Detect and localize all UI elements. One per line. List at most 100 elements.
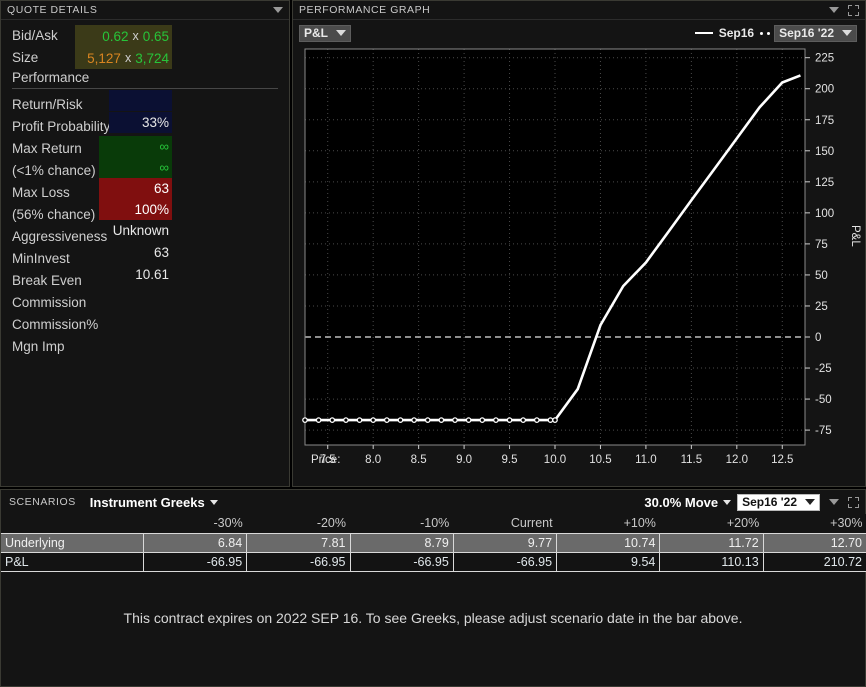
- mininvest-value: 63: [153, 245, 169, 260]
- greeks-select[interactable]: Instrument Greeks: [90, 495, 218, 510]
- underlying-current: 9.77: [452, 532, 558, 553]
- scenarios-table: -30% -20% -10% Current +10% +20% +30% Un…: [1, 514, 866, 572]
- max-return-label: Max Return: [12, 140, 82, 156]
- svg-text:Price:: Price:: [311, 454, 340, 466]
- svg-text:12.0: 12.0: [726, 454, 748, 466]
- col-header-blank: [1, 514, 144, 533]
- profit-probability-value: 33%: [109, 112, 172, 133]
- col-header-plus30: +30%: [763, 514, 866, 533]
- performance-divider: [12, 88, 278, 89]
- trading-platform-window: QUOTE DETAILS Bid/Ask Size 0.62 x 0.65 5…: [0, 0, 866, 687]
- scenarios-header: SCENARIOS Instrument Greeks 30.0% Move S…: [1, 490, 865, 514]
- size-separator: x: [124, 51, 132, 65]
- aggressiveness-value: Unknown: [112, 223, 169, 238]
- max-return-chance-value: ∞: [99, 157, 172, 178]
- ask-size-value: 3,724: [135, 50, 169, 66]
- chevron-down-icon: [209, 499, 218, 505]
- margin-impact-label: Mgn Imp: [12, 338, 65, 354]
- svg-text:-50: -50: [815, 394, 832, 406]
- quote-details-titlebar: QUOTE DETAILS: [1, 1, 289, 20]
- performance-graph-titlebar: PERFORMANCE GRAPH: [293, 1, 865, 20]
- pl-plus20: 110.13: [659, 551, 764, 572]
- svg-text:10.5: 10.5: [589, 454, 611, 466]
- bid-ask-values: 0.62 x 0.65: [75, 25, 172, 47]
- col-header-minus20: -20%: [246, 514, 350, 533]
- pl-plus10: 9.54: [556, 551, 661, 572]
- underlying-minus30: 6.84: [142, 532, 248, 553]
- svg-text:-25: -25: [815, 363, 832, 375]
- commission-pct-row: Commission%: [1, 313, 289, 335]
- svg-text:125: 125: [815, 177, 834, 189]
- performance-section-header: Performance: [12, 70, 90, 85]
- col-header-current: Current: [453, 514, 557, 533]
- chart-plot-area[interactable]: 225 200 175 150 125 100 75 50 25 0 -25 -50 -75 P&L 7.5…: [293, 27, 865, 486]
- svg-text:225: 225: [815, 53, 834, 65]
- performance-graph-title: PERFORMANCE GRAPH: [299, 4, 431, 16]
- move-select[interactable]: 30.0% Move: [644, 494, 732, 510]
- bid-ask-value-block[interactable]: 0.62 x 0.65 5,127 x 3,724: [75, 25, 172, 69]
- chevron-down-icon: [723, 499, 732, 505]
- scenario-date-select-value: Sep16 '22: [742, 495, 797, 509]
- scenarios-title: SCENARIOS: [9, 496, 76, 508]
- expand-icon[interactable]: [848, 4, 859, 16]
- max-loss-label: Max Loss: [12, 184, 70, 200]
- profit-probability-label: Profit Probability: [12, 118, 111, 134]
- max-return-chance-label: (<1% chance): [12, 162, 96, 178]
- svg-text:175: 175: [815, 115, 834, 127]
- expand-icon[interactable]: [848, 496, 859, 508]
- move-select-value: 30.0% Move: [644, 494, 719, 510]
- break-even-value: 10.61: [135, 267, 169, 282]
- quote-details-body: Bid/Ask Size 0.62 x 0.65 5,127 x 3,724 P…: [1, 20, 289, 357]
- table-row[interactable]: Underlying 6.84 7.81 8.79 9.77 10.74 11.…: [1, 532, 866, 553]
- pl-plus30: 210.72: [762, 551, 866, 572]
- bid-value: 0.62: [102, 28, 129, 44]
- chevron-down-icon[interactable]: [829, 499, 839, 505]
- col-header-plus20: +20%: [659, 514, 764, 533]
- return-risk-label: Return/Risk: [12, 96, 83, 112]
- col-header-plus10: +10%: [556, 514, 660, 533]
- expiry-note: This contract expires on 2022 SEP 16. To…: [123, 609, 743, 626]
- table-row[interactable]: P&L -66.95 -66.95 -66.95 -66.95 9.54 110…: [1, 551, 866, 572]
- chevron-down-icon[interactable]: [829, 7, 839, 13]
- table-header-row: -30% -20% -10% Current +10% +20% +30%: [1, 514, 866, 533]
- svg-text:100: 100: [815, 208, 834, 220]
- pl-current: -66.95: [452, 551, 558, 572]
- payoff-chart: 2252001751501251007550250-25-50-75P&L7.5…: [302, 48, 861, 466]
- size-label: Size: [12, 49, 39, 65]
- svg-text:9.5: 9.5: [502, 454, 518, 466]
- commission-label: Commission: [12, 294, 87, 310]
- chevron-down-icon[interactable]: [273, 7, 283, 13]
- col-header-minus30: -30%: [143, 514, 247, 533]
- svg-text:8.0: 8.0: [365, 454, 381, 466]
- bid-size-value: 5,127: [87, 50, 121, 66]
- underlying-plus10: 10.74: [556, 532, 661, 553]
- pl-minus30: -66.95: [142, 551, 248, 572]
- svg-text:25: 25: [815, 301, 828, 313]
- commission-row: Commission: [1, 291, 289, 313]
- svg-text:P&L: P&L: [849, 225, 861, 247]
- svg-text:11.0: 11.0: [635, 454, 657, 466]
- size-values: 5,127 x 3,724: [75, 47, 172, 69]
- commission-pct-label: Commission%: [12, 316, 99, 332]
- svg-text:75: 75: [815, 239, 828, 251]
- quote-details-panel: QUOTE DETAILS Bid/Ask Size 0.62 x 0.65 5…: [0, 0, 290, 487]
- svg-text:150: 150: [815, 146, 834, 158]
- svg-text:10.0: 10.0: [544, 454, 566, 466]
- underlying-plus30: 12.70: [762, 532, 866, 553]
- greeks-select-value: Instrument Greeks: [89, 494, 205, 510]
- break-even-label: Break Even: [12, 272, 82, 288]
- svg-text:8.5: 8.5: [411, 454, 427, 466]
- mininvest-label: MinInvest: [12, 250, 70, 266]
- max-loss-value: 63: [99, 178, 172, 199]
- scenario-date-select[interactable]: Sep16 '22: [737, 493, 820, 511]
- scenarios-table-body: Underlying 6.84 7.81 8.79 9.77 10.74 11.…: [1, 532, 866, 572]
- ask-value: 0.65: [142, 28, 169, 44]
- max-loss-chance-value: 100%: [99, 199, 172, 220]
- quote-details-title: QUOTE DETAILS: [7, 4, 98, 16]
- svg-text:-75: -75: [815, 425, 832, 437]
- performance-graph-panel: PERFORMANCE GRAPH P&L Sep16 Sep16 '22 22…: [292, 0, 866, 487]
- pl-minus10: -66.95: [349, 551, 454, 572]
- underlying-minus20: 7.81: [246, 532, 351, 553]
- pl-minus20: -66.95: [246, 551, 351, 572]
- row-label-pl: P&L: [1, 551, 144, 572]
